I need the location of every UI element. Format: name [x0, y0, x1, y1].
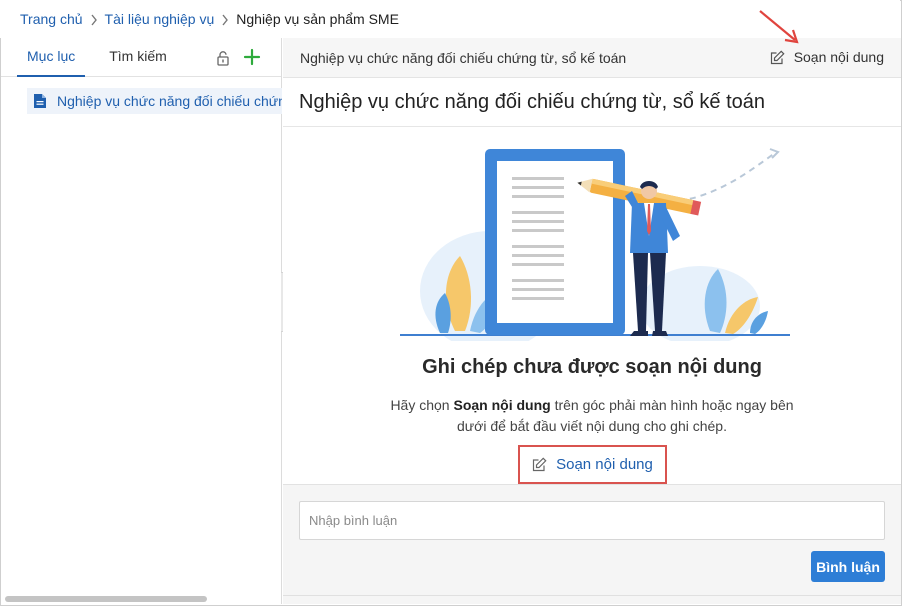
bottom-divider [283, 595, 901, 596]
comment-submit-button[interactable]: Bình luận [811, 551, 885, 582]
desc-suffix: trên góc phải màn hình hoặc ngay bên [550, 397, 794, 413]
desc-line2: dưới để bắt đầu viết nội dung cho ghi ch… [457, 418, 727, 434]
header-title: Nghiệp vụ chức năng đối chiếu chứng từ, … [300, 49, 627, 66]
tab-toc[interactable]: Mục lục [17, 38, 86, 77]
main-header: Nghiệp vụ chức năng đối chiếu chứng từ, … [283, 38, 901, 78]
chevron-right-icon [83, 12, 105, 26]
sidebar-horizontal-scrollbar[interactable] [5, 596, 207, 602]
tree-item-label: Nghiệp vụ chức năng đối chiếu chứng từ, … [57, 93, 282, 109]
document-title: Nghiệp vụ chức năng đối chiếu chứng từ, … [283, 78, 901, 127]
edit-icon [533, 457, 547, 472]
desc-prefix: Hãy chọn [390, 397, 454, 413]
desc-bold: Soạn nội dung [453, 397, 551, 413]
breadcrumb-home[interactable]: Trang chủ [20, 11, 83, 27]
comment-input[interactable] [299, 501, 885, 540]
sidebar: Mục lục Tìm kiếm Nghiệp vụ chức năng đối… [1, 38, 282, 604]
edit-content-button-center[interactable]: Soạn nội dung [518, 445, 667, 484]
empty-state-illustration [400, 148, 790, 341]
empty-state-title: Ghi chép chưa được soạn nội dung [422, 356, 762, 378]
document-icon [34, 94, 46, 108]
breadcrumb-current: Nghiệp vụ sản phẩm SME [236, 11, 399, 27]
edit-content-button-top[interactable]: Soạn nội dung [770, 49, 884, 65]
edit-content-label: Soạn nội dung [793, 49, 884, 65]
breadcrumb-documents[interactable]: Tài liệu nghiệp vụ [105, 11, 215, 27]
edit-center-label: Soạn nội dung [556, 456, 653, 473]
edit-icon [770, 49, 785, 64]
chevron-right-icon [214, 12, 236, 26]
tab-search[interactable]: Tìm kiếm [99, 38, 177, 77]
main-panel: Nghiệp vụ chức năng đối chiếu chứng từ, … [283, 38, 901, 604]
comment-area: Bình luận [283, 484, 901, 604]
tree-item-document[interactable]: Nghiệp vụ chức năng đối chiếu chứng từ, … [27, 88, 282, 114]
empty-state-description: Hãy chọn Soạn nội dung trên góc phải màn… [283, 395, 901, 437]
annotation-arrow-icon [759, 10, 799, 44]
plus-icon[interactable] [243, 48, 261, 66]
sidebar-tabs: Mục lục Tìm kiếm [1, 38, 281, 77]
lock-icon[interactable] [215, 50, 231, 66]
